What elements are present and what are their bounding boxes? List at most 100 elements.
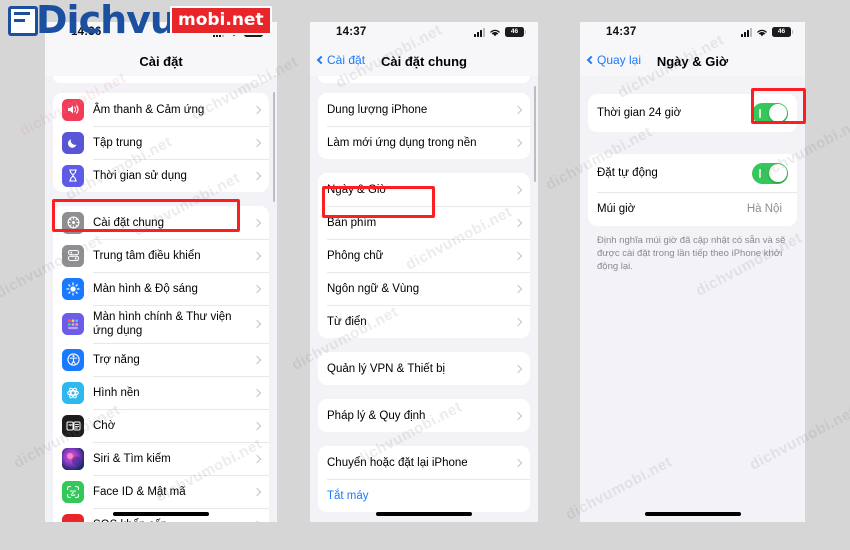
sidebar-item-display-brightness[interactable]: Màn hình & Độ sáng	[53, 272, 269, 305]
chevron-right-icon	[513, 411, 523, 420]
list-item-transfer-reset-iphone[interactable]: Chuyển hoặc đặt lại iPhone	[318, 446, 530, 479]
chevron-right-icon	[252, 454, 262, 463]
home-indicator	[644, 512, 741, 516]
back-button[interactable]: Cài đặt	[316, 53, 366, 67]
status-bar: 14:37 46	[580, 22, 805, 46]
wifi-icon	[756, 28, 768, 37]
list-item-iphone-storage[interactable]: Dung lượng iPhone	[318, 93, 530, 126]
sidebar-item-siri-search[interactable]: Siri & Tìm kiếm	[53, 442, 269, 475]
toggle-24-hour-time[interactable]	[752, 102, 788, 124]
sidebar-item-control-center[interactable]: Trung tâm điều khiển	[53, 239, 269, 272]
list-item-fonts[interactable]: Phông chữ	[318, 239, 530, 272]
list-item-language-region[interactable]: Ngôn ngữ & Vùng	[318, 272, 530, 305]
battery-level: 46	[777, 27, 786, 35]
setting-24-hour-time[interactable]: Thời gian 24 giờ	[588, 94, 797, 132]
status-time: 14:37	[606, 26, 637, 38]
list-item-label: Tắt máy	[327, 489, 369, 502]
sidebar-item-accessibility[interactable]: Trợ năng	[53, 343, 269, 376]
chevron-right-icon	[252, 138, 262, 147]
sidebar-item-screen-time[interactable]: Thời gian sử dụng	[53, 159, 269, 192]
sidebar-item-focus[interactable]: Tập trung	[53, 126, 269, 159]
sidebar-item-general[interactable]: Cài đặt chung	[53, 206, 269, 239]
focus-moon-icon	[62, 131, 84, 154]
chevron-right-icon	[513, 364, 523, 373]
general-group-2: Ngày & Giờ Bàn phím Phông chữ Ngôn ngữ &…	[318, 173, 530, 338]
sidebar-item-label: Thời gian sử dụng	[93, 169, 187, 182]
brightness-icon	[62, 277, 84, 300]
chevron-right-icon	[513, 317, 523, 326]
chevron-right-icon	[252, 218, 262, 227]
list-item-date-time[interactable]: Ngày & Giờ	[318, 173, 530, 206]
chevron-right-icon	[252, 355, 262, 364]
home-screen-grid-icon	[62, 313, 84, 335]
list-item-label: Ngày & Giờ	[327, 183, 387, 196]
chevron-right-icon	[513, 138, 523, 147]
sidebar-item-standby[interactable]: Chờ	[53, 409, 269, 442]
setting-label: Thời gian 24 giờ	[597, 107, 682, 119]
date-time-settings-list[interactable]: Thời gian 24 giờ Đặt tự động Múi giờ Hà …	[580, 76, 805, 522]
sidebar-item-wallpaper[interactable]: Hình nền	[53, 376, 269, 409]
sidebar-item-home-screen[interactable]: Màn hình chính & Thư viện ứng dụng	[53, 305, 269, 343]
scrollbar-thumb[interactable]	[272, 92, 275, 202]
control-center-icon	[62, 244, 84, 267]
sidebar-item-label: Chờ	[93, 419, 116, 432]
battery-level: 46	[510, 27, 519, 35]
list-item-vpn-device-management[interactable]: Quản lý VPN & Thiết bị	[318, 352, 530, 385]
accessibility-icon	[62, 348, 84, 371]
chevron-right-icon	[252, 251, 262, 260]
chevron-right-icon	[513, 284, 523, 293]
list-item-background-refresh[interactable]: Làm mới ứng dụng trong nền	[318, 126, 530, 159]
setting-label: Đặt tự động	[597, 167, 658, 179]
standby-icon	[62, 414, 84, 437]
list-item-label: Pháp lý & Quy định	[327, 409, 426, 422]
list-item-legal-regulatory[interactable]: Pháp lý & Quy định	[318, 399, 530, 432]
wallpaper-icon	[62, 381, 84, 404]
sidebar-item-label: Tập trung	[93, 136, 143, 149]
chevron-right-icon	[252, 421, 262, 430]
back-button[interactable]: Quay lại	[586, 53, 642, 67]
settings-list[interactable]: Âm thanh & Cảm ứng Tập trung Thời gian s…	[45, 76, 277, 522]
page-title: Cài đặt	[139, 53, 183, 69]
date-time-group-2: Đặt tự động Múi giờ Hà Nội	[588, 154, 797, 226]
list-item-label: Dung lượng iPhone	[327, 103, 428, 116]
sos-icon: SOS	[62, 513, 84, 522]
phone-screenshot-date-time: 14:37 46 Quay lại Ngày & Giờ Thời gian 2…	[580, 22, 805, 522]
date-time-footnote: Định nghĩa múi giờ đã cập nhật có sẵn và…	[597, 235, 786, 272]
scrollbar-thumb[interactable]	[533, 86, 536, 182]
chevron-right-icon	[252, 105, 262, 114]
general-settings-list[interactable]: Dung lượng iPhone Làm mới ứng dụng trong…	[310, 76, 538, 522]
chevron-right-icon	[513, 218, 523, 227]
sidebar-item-label: Hình nền	[93, 386, 140, 399]
chevron-right-icon	[252, 284, 262, 293]
list-item-shut-down[interactable]: Tắt máy	[318, 479, 530, 512]
home-indicator	[113, 512, 209, 516]
back-button-label: Quay lại	[597, 53, 642, 67]
date-time-group-1: Thời gian 24 giờ	[588, 94, 797, 132]
list-item-dictionary[interactable]: Từ điển	[318, 305, 530, 338]
setting-time-zone[interactable]: Múi giờ Hà Nội	[588, 192, 797, 226]
chevron-right-icon	[513, 185, 523, 194]
sidebar-item-label: Siri & Tìm kiếm	[93, 452, 171, 465]
setting-label: Múi giờ	[597, 203, 636, 215]
chevron-right-icon	[513, 105, 523, 114]
status-time: 14:37	[336, 26, 367, 38]
sidebar-item-label: Trợ năng	[93, 353, 140, 366]
time-zone-value: Hà Nội	[746, 203, 782, 215]
siri-icon	[62, 447, 84, 470]
sidebar-item-sound[interactable]: Âm thanh & Cảm ứng	[53, 93, 269, 126]
home-indicator	[376, 512, 472, 516]
nav-bar: Cài đặt	[45, 46, 277, 76]
sidebar-item-face-id[interactable]: Face ID & Mật mã	[53, 475, 269, 508]
sidebar-item-label: Cài đặt chung	[93, 216, 164, 229]
list-item-keyboard[interactable]: Bàn phím	[318, 206, 530, 239]
setting-set-automatically[interactable]: Đặt tự động	[588, 154, 797, 192]
sidebar-item-label: Màn hình & Độ sáng	[93, 282, 198, 295]
settings-group-2: Cài đặt chung Trung tâm điều khiển Màn h…	[53, 206, 269, 522]
phone-screenshot-settings: 14:36 46 Cài đặt Âm thanh & Cảm ứng	[45, 22, 277, 522]
wifi-icon	[489, 28, 501, 37]
back-button-label: Cài đặt	[327, 53, 366, 67]
phone-screenshot-general: 14:37 46 Cài đặt Cài đặt chung Dung lượn…	[310, 22, 538, 522]
chevron-right-icon	[513, 458, 523, 467]
chevron-right-icon	[252, 487, 262, 496]
toggle-set-automatically[interactable]	[752, 162, 788, 184]
